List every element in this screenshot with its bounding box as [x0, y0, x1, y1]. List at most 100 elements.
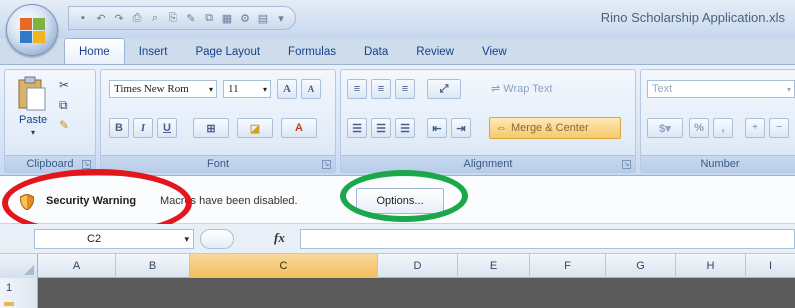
tab-view[interactable]: View [468, 40, 521, 64]
column-header-f[interactable]: F [530, 254, 606, 278]
orientation-icon[interactable]: ⤢ [427, 79, 461, 99]
align-left-icon[interactable]: ☰ [347, 118, 367, 138]
save-icon[interactable]: ▪ [75, 10, 91, 26]
paste-label[interactable]: Paste [19, 114, 47, 126]
column-header-i[interactable]: I [746, 254, 795, 278]
copy-icon[interactable]: ⧉ [59, 98, 68, 113]
align-bottom-icon[interactable]: ≡ [395, 79, 415, 99]
wrap-text-button[interactable]: ⇌ Wrap Text [491, 82, 552, 95]
tab-data[interactable]: Data [350, 40, 402, 64]
office-button[interactable] [6, 4, 58, 56]
percent-button[interactable]: % [689, 118, 709, 138]
spell-icon[interactable]: ✎ [183, 10, 199, 26]
zoom-icon[interactable]: ⌕ [147, 10, 163, 26]
decrease-decimal-icon[interactable]: ⁻ [769, 118, 789, 138]
increase-indent-icon[interactable]: ⇥ [451, 118, 471, 138]
alignment-label: Alignment [341, 155, 635, 172]
green-highlight-ellipse [340, 170, 468, 222]
chevron-down-icon: ▾ [786, 84, 791, 94]
column-header-h[interactable]: H [676, 254, 746, 278]
fill-color-icon: ◪ [249, 122, 261, 135]
name-box[interactable]: C2 ▾ [34, 229, 194, 249]
font-label: Font [101, 155, 335, 172]
copy-icon[interactable]: ⧉ [201, 10, 217, 26]
undo-icon[interactable]: ↶ [93, 10, 109, 26]
alignment-group: ≡ ≡ ≡ ⤢ ⇌ Wrap Text ☰ ☰ ☰ ⇤ ⇥ ⇔ Merge & … [340, 69, 636, 173]
font-group: Times New Rom ▾ 11 ▾ A A B I U ⊞ ◪ A Fon… [100, 69, 336, 173]
align-middle-icon[interactable]: ≡ [371, 79, 391, 99]
office-logo-icon [20, 18, 45, 43]
borders-icon: ⊞ [206, 122, 216, 135]
tab-home[interactable]: Home [64, 38, 125, 64]
column-header-a[interactable]: A [38, 254, 116, 278]
number-format-value: Text [652, 83, 673, 95]
font-name-value: Times New Rom [114, 83, 189, 95]
shrink-font-button[interactable]: A [301, 79, 321, 99]
window-title: Rino Scholarship Application.xls [600, 10, 785, 25]
font-name-select[interactable]: Times New Rom ▾ [109, 80, 217, 98]
chevron-down-icon: ▾ [184, 234, 189, 244]
row-selection-marker [4, 302, 14, 306]
title-bar: ▪ ↶ ↷ ⎙ ⌕ ⎘ ✎ ⧉ ▦ ⚙ ▤ ▾ Rino Scholarship Applicatio… [0, 0, 795, 38]
align-top-icon[interactable]: ≡ [347, 79, 367, 99]
insert-function-icon[interactable]: fx [274, 230, 285, 246]
decrease-indent-icon[interactable]: ⇤ [427, 118, 447, 138]
format-icon[interactable]: ⚙ [237, 10, 253, 26]
increase-decimal-icon[interactable]: ⁺ [745, 118, 765, 138]
italic-button[interactable]: I [133, 118, 153, 138]
font-launcher-icon[interactable]: ↘ [322, 160, 331, 169]
clipboard-group: Paste ▾ ✂ ⧉ ✎ Clipboard ↘ [4, 69, 96, 173]
merge-center-button[interactable]: ⇔ Merge & Center [489, 117, 621, 139]
tab-formulas[interactable]: Formulas [274, 40, 350, 64]
alignment-launcher-icon[interactable]: ↘ [622, 160, 631, 169]
font-size-value: 11 [228, 83, 239, 95]
ribbon: Paste ▾ ✂ ⧉ ✎ Clipboard ↘ Times New Rom … [0, 64, 795, 176]
table-icon[interactable]: ▦ [219, 10, 235, 26]
font-color-button[interactable]: A [281, 118, 317, 138]
row-header[interactable]: 1 [0, 278, 38, 308]
wrap-text-icon: ⇌ [491, 83, 501, 95]
paste-icon[interactable] [17, 76, 47, 112]
column-header-d[interactable]: D [378, 254, 458, 278]
worksheet-area[interactable] [38, 278, 795, 308]
customize-icon[interactable]: ▾ [273, 10, 289, 26]
fill-color-button[interactable]: ◪ [237, 118, 273, 138]
grow-font-button[interactable]: A [277, 79, 297, 99]
print-preview-icon[interactable]: ⎙ [129, 10, 145, 26]
redo-icon[interactable]: ↷ [111, 10, 127, 26]
chevron-down-icon: ▾ [262, 84, 267, 94]
format-painter-icon[interactable]: ✎ [59, 118, 69, 132]
chart-icon[interactable]: ▤ [255, 10, 271, 26]
tab-insert[interactable]: Insert [125, 40, 182, 64]
comma-icon[interactable]: , [713, 118, 733, 138]
column-headers: ABCDEFGHI [0, 254, 795, 278]
column-header-e[interactable]: E [458, 254, 530, 278]
currency-icon[interactable]: $▾ [647, 118, 683, 138]
column-header-g[interactable]: G [606, 254, 676, 278]
quick-access-toolbar: ▪ ↶ ↷ ⎙ ⌕ ⎘ ✎ ⧉ ▦ ⚙ ▤ ▾ [68, 6, 296, 30]
select-all-corner[interactable] [0, 254, 38, 278]
formula-input[interactable] [300, 229, 795, 249]
bold-button[interactable]: B [109, 118, 129, 138]
tab-review[interactable]: Review [402, 40, 468, 64]
align-right-icon[interactable]: ☰ [395, 118, 415, 138]
column-header-b[interactable]: B [116, 254, 190, 278]
print-icon[interactable]: ⎘ [165, 10, 181, 26]
formula-bar-divider[interactable] [200, 229, 234, 249]
number-format-select[interactable]: Text ▾ [647, 80, 795, 98]
name-box-value: C2 [87, 233, 102, 245]
tab-page-layout[interactable]: Page Layout [181, 40, 274, 64]
borders-button[interactable]: ⊞ [193, 118, 229, 138]
formula-bar: C2 ▾ fx [0, 224, 795, 254]
chevron-down-icon: ▾ [208, 84, 213, 94]
underline-button[interactable]: U [157, 118, 177, 138]
number-group: Text ▾ $▾ % , ⁺ ⁻ Number [640, 69, 795, 173]
cut-icon[interactable]: ✂ [59, 78, 69, 92]
ribbon-tabs: Home Insert Page Layout Formulas Data Review V… [64, 38, 521, 64]
row-number: 1 [6, 282, 13, 294]
clipboard-launcher-icon[interactable]: ↘ [82, 160, 91, 169]
align-center-icon[interactable]: ☰ [371, 118, 391, 138]
font-size-select[interactable]: 11 ▾ [223, 80, 271, 98]
paste-dropdown-icon[interactable]: ▾ [31, 128, 35, 137]
column-header-c[interactable]: C [190, 254, 378, 278]
